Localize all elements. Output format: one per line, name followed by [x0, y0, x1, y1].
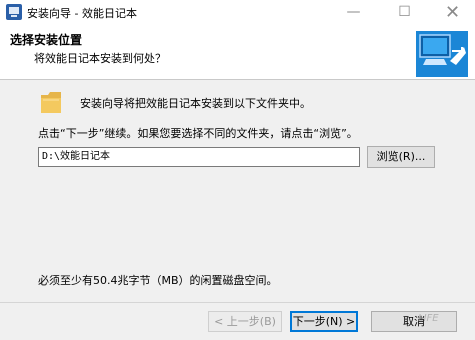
minimize-button[interactable]: — [337, 0, 370, 25]
computer-install-icon [416, 31, 468, 77]
window-title: 安装向导 - 效能日记本 [27, 7, 137, 20]
next-button[interactable]: 下一步(N) > [290, 311, 358, 332]
watermark: LIFE [418, 313, 439, 324]
page-title: 选择安装位置 [10, 33, 83, 47]
browse-button[interactable]: 浏览(R)... [367, 146, 435, 168]
app-icon [6, 4, 22, 20]
cancel-button[interactable]: 取消 [371, 311, 457, 332]
intro-text: 安装向导将把效能日记本安装到以下文件夹中。 [80, 97, 311, 110]
instruction-text: 点击“下一步”继续。如果您要选择不同的文件夹，请点击“浏览”。 [38, 127, 358, 140]
footer-divider [0, 302, 475, 303]
title-bar: 安装向导 - 效能日记本 — ☐ ✕ [0, 0, 475, 25]
wizard-header: 选择安装位置 将效能日记本安装到何处？ [0, 25, 475, 80]
install-path-input[interactable] [38, 147, 360, 167]
back-button[interactable]: < 上一步(B) [208, 311, 282, 332]
page-subtitle: 将效能日记本安装到何处？ [34, 52, 166, 65]
disk-space-text: 必须至少有50.4兆字节（MB）的闲置磁盘空间。 [38, 274, 278, 287]
maximize-button[interactable]: ☐ [388, 0, 421, 25]
folder-icon [41, 92, 61, 113]
close-button[interactable]: ✕ [436, 0, 469, 25]
